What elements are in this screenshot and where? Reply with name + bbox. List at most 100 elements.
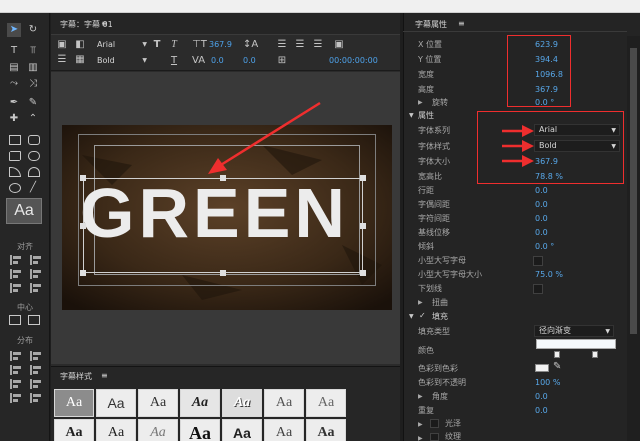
- slant-value[interactable]: 0.0 °: [535, 242, 554, 252]
- resize-handle[interactable]: [360, 175, 366, 181]
- clipped-corner-rectangle-tool-icon[interactable]: [9, 151, 21, 161]
- gradient-stop-left[interactable]: [554, 351, 560, 358]
- align-right-icon[interactable]: [10, 283, 22, 293]
- selection-tool-icon[interactable]: ➤: [7, 23, 21, 37]
- style-swatch[interactable]: Aa: [306, 389, 346, 417]
- style-swatch[interactable]: Aa: [138, 419, 178, 441]
- align-center-h-icon[interactable]: [10, 269, 22, 279]
- distribute-right-icon[interactable]: [10, 379, 22, 389]
- vertical-area-type-tool-icon[interactable]: ▥: [26, 61, 40, 75]
- bold-icon[interactable]: T: [151, 39, 163, 51]
- timecode[interactable]: 00:00:00:00: [329, 55, 379, 67]
- new-title-icon[interactable]: ▣: [56, 39, 68, 51]
- font-size-field[interactable]: 367.9: [209, 39, 233, 51]
- align-center-text-icon[interactable]: ☰: [294, 39, 306, 51]
- arc-tool-icon[interactable]: [28, 167, 40, 177]
- align-left-icon[interactable]: [10, 255, 22, 265]
- center-horizontal-icon[interactable]: [9, 315, 21, 325]
- style-swatch[interactable]: Aa: [306, 419, 346, 441]
- style-swatch[interactable]: Aa: [96, 389, 136, 417]
- texture-checkbox[interactable]: [430, 433, 439, 441]
- fill-collapse-icon[interactable]: ▼: [409, 313, 414, 320]
- templates-icon[interactable]: ▦: [74, 54, 86, 66]
- line-tool-icon[interactable]: ╱: [26, 181, 40, 195]
- vertical-path-type-tool-icon[interactable]: ⤨: [26, 77, 40, 91]
- baseline-shift-value[interactable]: 0.0: [535, 228, 548, 238]
- rotation-expand-icon[interactable]: ▶: [418, 99, 423, 106]
- vertical-type-tool-icon[interactable]: ⫪: [26, 44, 40, 58]
- tracking-value[interactable]: 0.0: [535, 214, 548, 224]
- gloss-expand-icon[interactable]: ▶: [418, 421, 423, 428]
- resize-handle[interactable]: [220, 270, 226, 276]
- align-right-text-icon[interactable]: ☰: [312, 39, 324, 51]
- repeat-value[interactable]: 0.0: [535, 406, 548, 416]
- style-swatch[interactable]: Aa: [222, 389, 262, 417]
- italic-icon[interactable]: T: [168, 39, 180, 51]
- resize-handle[interactable]: [360, 223, 366, 229]
- distribute-center-v-icon[interactable]: [30, 365, 42, 375]
- style-swatch[interactable]: Aa: [264, 389, 304, 417]
- eyedropper-icon[interactable]: ✎: [553, 361, 561, 372]
- angle-expand-icon[interactable]: ▶: [418, 393, 423, 400]
- attributes-section-label[interactable]: 属性: [418, 111, 434, 121]
- gloss-checkbox[interactable]: [430, 419, 439, 428]
- font-style-dropdown[interactable]: Bold ▼: [97, 55, 147, 67]
- rotate-tool-icon[interactable]: ↻: [26, 23, 40, 37]
- distort-expand-icon[interactable]: ▶: [418, 299, 423, 306]
- style-swatch[interactable]: Aa: [222, 419, 262, 441]
- resize-handle[interactable]: [80, 270, 86, 276]
- add-anchor-tool-icon[interactable]: ✚: [7, 112, 21, 126]
- tab-stops-icon[interactable]: ⊞: [276, 55, 288, 67]
- font-family-dropdown[interactable]: Arial ▼: [97, 39, 147, 51]
- styles-panel-menu-icon[interactable]: ≡: [101, 371, 108, 380]
- style-swatch[interactable]: Aa: [180, 419, 220, 441]
- ellipse-tool-icon[interactable]: [9, 183, 21, 193]
- fill-type-select[interactable]: 径向渐变 ▼: [534, 325, 614, 337]
- fill-checkbox-check-icon[interactable]: ✓: [419, 311, 426, 320]
- resize-handle[interactable]: [80, 175, 86, 181]
- style-swatch[interactable]: Aa: [54, 419, 94, 441]
- kerning-field[interactable]: 0.0: [211, 55, 231, 67]
- style-swatch[interactable]: Aa: [54, 389, 94, 417]
- distribute-h-space-icon[interactable]: [10, 393, 22, 403]
- small-caps-checkbox[interactable]: [533, 256, 543, 266]
- rounded-corner-rectangle-tool-icon[interactable]: [28, 151, 40, 161]
- style-swatch[interactable]: Aa: [264, 419, 304, 441]
- distribute-center-h-icon[interactable]: [10, 365, 22, 375]
- leading-field[interactable]: 0.0: [243, 55, 263, 67]
- area-type-tool-icon[interactable]: ▤: [7, 61, 21, 75]
- color-opacity-value[interactable]: 100 %: [535, 378, 560, 388]
- distribute-left-icon[interactable]: [10, 351, 22, 361]
- wedge-tool-icon[interactable]: [9, 167, 21, 177]
- show-background-video-icon[interactable]: ▣: [333, 39, 345, 51]
- align-top-icon[interactable]: [30, 255, 42, 265]
- pen-tool-icon[interactable]: ✒: [7, 96, 21, 110]
- type-tool-icon[interactable]: T: [7, 44, 21, 58]
- align-center-v-icon[interactable]: [30, 269, 42, 279]
- distribute-v-space-icon[interactable]: [30, 393, 42, 403]
- leading-value[interactable]: 0.0: [535, 186, 548, 196]
- resize-handle[interactable]: [360, 270, 366, 276]
- properties-scrollbar-thumb[interactable]: [630, 48, 637, 334]
- distribute-top-icon[interactable]: [30, 351, 42, 361]
- style-swatch[interactable]: Aa: [96, 419, 136, 441]
- small-caps-size-value[interactable]: 75.0 %: [535, 270, 563, 280]
- rounded-rectangle-tool-icon[interactable]: [28, 135, 40, 145]
- center-vertical-icon[interactable]: [28, 315, 40, 325]
- gradient-stop-right[interactable]: [592, 351, 598, 358]
- text-bounding-box[interactable]: [83, 178, 363, 273]
- style-swatch[interactable]: Aa: [138, 389, 178, 417]
- style-swatch[interactable]: Aa: [180, 389, 220, 417]
- underline-checkbox[interactable]: [533, 284, 543, 294]
- kerning-value[interactable]: 0.0: [535, 200, 548, 210]
- roll-crawl-icon[interactable]: ☰: [56, 54, 68, 66]
- properties-menu-icon[interactable]: ≡: [458, 19, 465, 28]
- color-swatch[interactable]: [535, 364, 549, 372]
- distribute-bottom-icon[interactable]: [30, 379, 42, 389]
- resize-handle[interactable]: [80, 223, 86, 229]
- underline-icon[interactable]: T: [168, 55, 180, 67]
- path-type-tool-icon[interactable]: ⤳: [7, 77, 21, 91]
- rectangle-tool-icon[interactable]: [9, 135, 21, 145]
- align-left-text-icon[interactable]: ☰: [276, 39, 288, 51]
- texture-expand-icon[interactable]: ▶: [418, 435, 423, 441]
